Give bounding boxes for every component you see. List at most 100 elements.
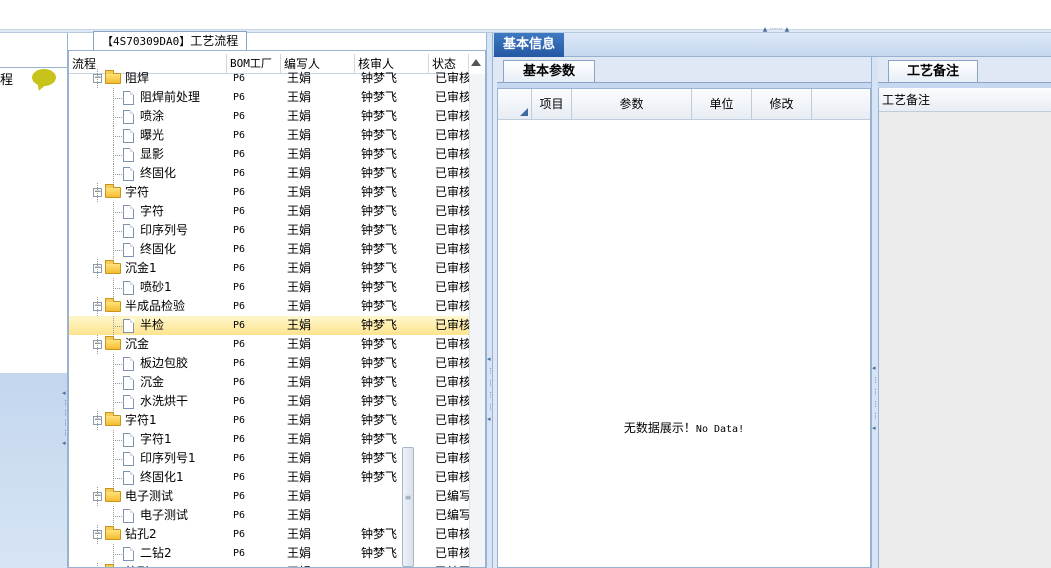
tree-row[interactable]: − 阻焊 P6 王娟 钟梦飞 已审核 (69, 69, 469, 88)
tree-cell-reviewer: 钟梦飞 (361, 280, 398, 294)
tree-row[interactable]: 终固化 P6 王娟 钟梦飞 已审核 (69, 164, 469, 183)
no-data-en: No Data! (695, 424, 745, 435)
tree-connector-line (97, 525, 98, 544)
document-icon (123, 432, 134, 447)
tree-row[interactable]: 半检 P6 王娟 钟梦飞 已审核 (69, 316, 469, 335)
tree-node[interactable]: −外形 (69, 563, 227, 567)
tree-node[interactable]: − 电子测试 (69, 487, 227, 506)
tree-node[interactable]: 印序列号 (69, 221, 227, 240)
chat-bubble-icon[interactable] (32, 69, 56, 86)
tree-cell-status: 已编写 (429, 563, 469, 567)
tree-node[interactable]: 水洗烘干 (69, 392, 227, 411)
tree-node[interactable]: − 字符 (69, 183, 227, 202)
tree-row[interactable]: 字符 P6 王娟 钟梦飞 已审核 (69, 202, 469, 221)
tree-cell-bom: P6 (233, 320, 246, 331)
tree-cell-writer: 王娟 (287, 185, 312, 199)
tree-cell-flow: − 电子测试 (69, 487, 227, 506)
tree-node[interactable]: − 阻焊 (69, 69, 227, 88)
tree-node[interactable]: 喷砂1 (69, 278, 227, 297)
tree-node[interactable]: 终固化 (69, 164, 227, 183)
tree-cell-bom: P6 (233, 377, 246, 388)
tree-cell-writer: 王娟 (287, 356, 312, 370)
tree-node-label: 显影 (140, 147, 165, 161)
tree-cell-bom: P6 (233, 301, 246, 312)
process-flow-tab[interactable]: 【4S70309DA0】工艺流程 (93, 31, 248, 51)
tree-row[interactable]: − 半成品检验 P6 王娟 钟梦飞 已审核 (69, 297, 469, 316)
tree-row[interactable]: 印序列号 P6 王娟 钟梦飞 已审核 (69, 221, 469, 240)
tree-cell-writer: 王娟 (287, 280, 312, 294)
tree-cell-flow: − 阻焊 (69, 69, 227, 88)
tree-row[interactable]: 阻焊前处理 P6 王娟 钟梦飞 已审核 (69, 88, 469, 107)
tree-node[interactable]: 终固化1 (69, 468, 227, 487)
grid-header-unit[interactable]: 单位 (692, 89, 752, 119)
tree-connector-line (113, 364, 122, 365)
tree-row[interactable]: − 沉金 P6 王娟 钟梦飞 已审核 (69, 335, 469, 354)
tree-cell-reviewer: 钟梦飞 (361, 204, 398, 218)
tree-node[interactable]: − 钻孔2 (69, 525, 227, 544)
tree-row[interactable]: 喷涂 P6 王娟 钟梦飞 已审核 (69, 107, 469, 126)
tree-node[interactable]: 板边包胶 (69, 354, 227, 373)
tree-node-label: 电子测试 (140, 508, 189, 522)
basic-info-tab[interactable]: 基本信息 (494, 33, 564, 57)
document-icon (123, 451, 134, 466)
grid-header-modify[interactable]: 修改 (752, 89, 812, 119)
remarks-column-header[interactable]: 工艺备注 (879, 88, 1051, 112)
tree-cell-writer: 王娟 (287, 166, 312, 180)
tree-node[interactable]: − 半成品检验 (69, 297, 227, 316)
tree-cell-reviewer (355, 506, 429, 525)
tree-cell-flow: − 沉金1 (69, 259, 227, 278)
tree-row[interactable]: 板边包胶 P6 王娟 钟梦飞 已审核 (69, 354, 469, 373)
tree-cell-reviewer (355, 487, 429, 506)
tree-scrollbar[interactable] (469, 74, 485, 567)
tree-node-label: 字符1 (140, 432, 172, 446)
left-panel-label[interactable]: 程 (0, 69, 13, 88)
tree-node[interactable]: 终固化 (69, 240, 227, 259)
tree-node[interactable]: 印序列号1 (69, 449, 227, 468)
tree-cell-status: 已审核 (435, 470, 469, 484)
tree-node[interactable]: − 沉金 (69, 335, 227, 354)
tree-row[interactable]: − 沉金1 P6 王娟 钟梦飞 已审核 (69, 259, 469, 278)
process-remarks-tab[interactable]: 工艺备注 (888, 60, 978, 82)
tree-cell-writer: 王娟 (287, 375, 312, 389)
tree-node[interactable]: − 字符1 (69, 411, 227, 430)
grid-header-param[interactable]: 参数 (572, 89, 692, 119)
tree-node[interactable]: 电子测试 (69, 506, 227, 525)
process-flow-tab-label: 工艺流程 (190, 34, 239, 48)
tree-cell-status: 已审核 (435, 185, 469, 199)
grid-corner-cell[interactable] (498, 89, 532, 119)
tree-scrollbar-thumb[interactable]: ≡ (402, 447, 414, 567)
tree-node[interactable]: 显影 (69, 145, 227, 164)
tree-node[interactable]: 阻焊前处理 (69, 88, 227, 107)
document-icon (123, 318, 134, 333)
tree-cell-bom: P6 (233, 168, 246, 179)
tree-node[interactable]: 二钻2 (69, 544, 227, 563)
tree-connector-line (113, 402, 122, 403)
tree-cell-flow: 水洗烘干 (69, 392, 227, 411)
tree-node[interactable]: − 沉金1 (69, 259, 227, 278)
tree-row[interactable]: 终固化 P6 王娟 钟梦飞 已审核 (69, 240, 469, 259)
tree-row[interactable]: 显影 P6 王娟 钟梦飞 已审核 (69, 145, 469, 164)
tree-row[interactable]: 沉金 P6 王娟 钟梦飞 已审核 (69, 373, 469, 392)
tree-row[interactable]: − 字符1 P6 王娟 钟梦飞 已审核 (69, 411, 469, 430)
tree-node[interactable]: 沉金 (69, 373, 227, 392)
basic-params-tab[interactable]: 基本参数 (503, 60, 595, 82)
scroll-up-arrow-icon[interactable] (471, 59, 481, 66)
grid-header-item[interactable]: 项目 (532, 89, 572, 119)
right-splitter[interactable]: ◂ ⋮ ⋮ ⋮ ⋮ ◂ (871, 57, 879, 568)
tree-cell-bom: P6 (233, 396, 246, 407)
tree-node[interactable]: 字符1 (69, 430, 227, 449)
tree-connector-line (113, 174, 122, 175)
tree-node[interactable]: 喷涂 (69, 107, 227, 126)
tree-row[interactable]: 水洗烘干 P6 王娟 钟梦飞 已审核 (69, 392, 469, 411)
tree-node[interactable]: 字符 (69, 202, 227, 221)
tree-node[interactable]: 曝光 (69, 126, 227, 145)
middle-splitter[interactable]: ◂ ⋮ ⋮ ⋮ ⋮ ◂ (486, 33, 494, 568)
tree-node-label: 电子测试 (125, 489, 174, 503)
tree-row[interactable]: 喷砂1 P6 王娟 钟梦飞 已审核 (69, 278, 469, 297)
tree-row[interactable]: − 字符 P6 王娟 钟梦飞 已审核 (69, 183, 469, 202)
tree-node[interactable]: 半检 (69, 316, 227, 335)
tree-cell-flow: 板边包胶 (69, 354, 227, 373)
process-tree-panel: 流程 BOM工厂 编写人 核审人 状态 − 阻焊 P6 王娟 钟梦飞 已审核 阻焊前处理 P6… (68, 50, 486, 568)
tree-row[interactable]: 曝光 P6 王娟 钟梦飞 已审核 (69, 126, 469, 145)
tree-cell-flow: 终固化 (69, 164, 227, 183)
